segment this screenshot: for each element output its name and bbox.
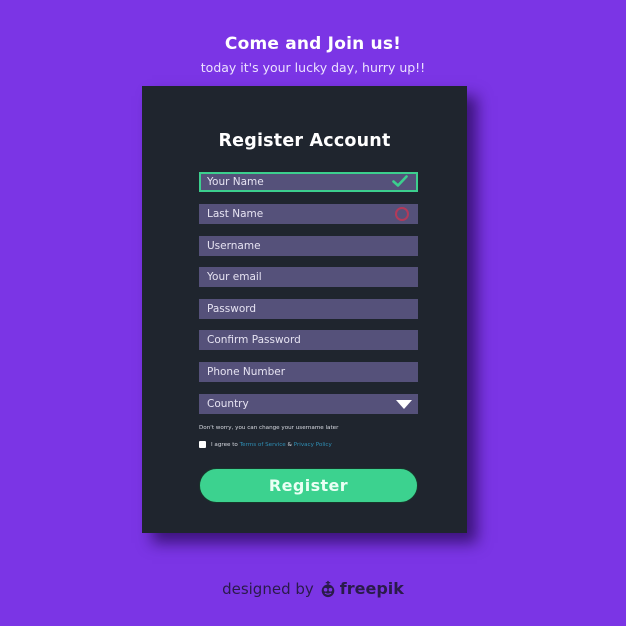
agree-checkbox[interactable]: [199, 441, 206, 448]
page-headline: Come and Join us!: [224, 34, 402, 54]
last-name-input[interactable]: Last Name: [199, 204, 418, 224]
email-input[interactable]: Your email: [199, 267, 418, 287]
username-input[interactable]: Username: [199, 236, 418, 256]
last-name-placeholder: Last Name: [207, 208, 264, 220]
error-circle-icon: [395, 207, 409, 221]
agree-prefix: I agree to: [211, 441, 238, 448]
phone-number-input[interactable]: Phone Number: [199, 362, 418, 382]
check-icon: [392, 175, 408, 187]
terms-of-service-link[interactable]: Terms of Service: [240, 442, 286, 448]
freepik-brand: freepik: [339, 579, 404, 598]
page-subheadline: today it's your lucky day, hurry up!!: [200, 60, 426, 75]
form-title: Register Account: [218, 131, 391, 151]
freepik-logo-icon: [321, 580, 335, 597]
username-hint: Don't worry, you can change your usernam…: [199, 425, 339, 431]
register-card: Register Account Your Name Last Name Use…: [142, 86, 467, 533]
username-placeholder: Username: [207, 240, 261, 252]
designed-by-label: designed by: [222, 579, 314, 598]
country-select[interactable]: Country: [199, 394, 418, 414]
country-placeholder: Country: [207, 398, 249, 410]
confirm-password-input[interactable]: Confirm Password: [199, 330, 418, 350]
first-name-input[interactable]: Your Name: [199, 172, 418, 192]
agree-joiner: &: [287, 441, 292, 448]
confirm-password-placeholder: Confirm Password: [207, 334, 301, 346]
password-placeholder: Password: [207, 303, 257, 315]
email-placeholder: Your email: [207, 271, 262, 283]
caret-down-icon[interactable]: [396, 400, 412, 409]
designer-credit: designed by freepik: [0, 579, 626, 598]
phone-number-placeholder: Phone Number: [207, 366, 286, 378]
password-input[interactable]: Password: [199, 299, 418, 319]
register-button[interactable]: Register: [199, 468, 418, 503]
terms-agreement: I agree to Terms of Service & Privacy Po…: [199, 440, 332, 449]
privacy-policy-link[interactable]: Privacy Policy: [294, 442, 332, 448]
first-name-placeholder: Your Name: [207, 176, 264, 188]
